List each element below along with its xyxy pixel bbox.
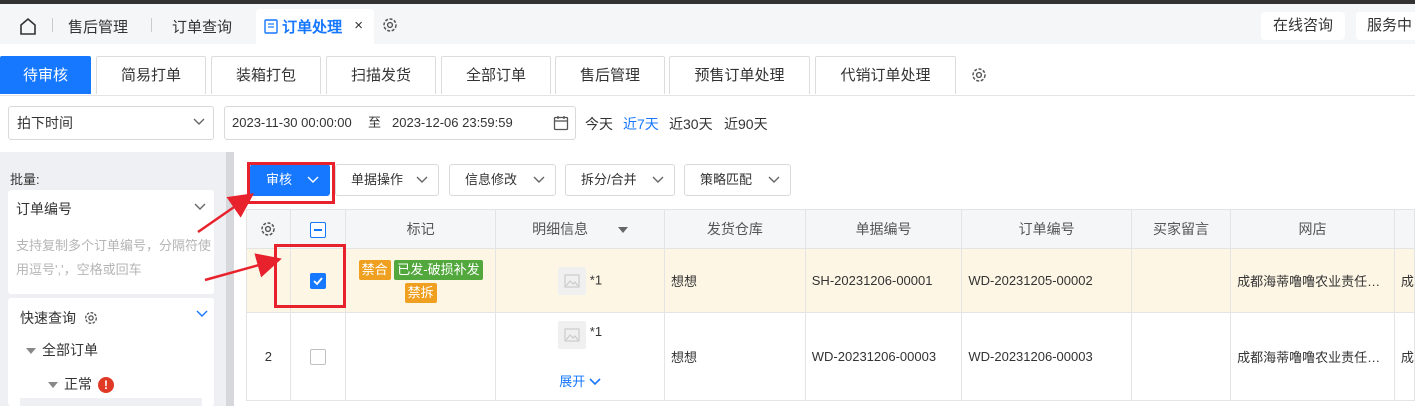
arrow-to-row-checkbox xyxy=(204,253,282,282)
annotation-arrows xyxy=(197,193,282,282)
arrow-to-audit-button xyxy=(197,193,255,234)
